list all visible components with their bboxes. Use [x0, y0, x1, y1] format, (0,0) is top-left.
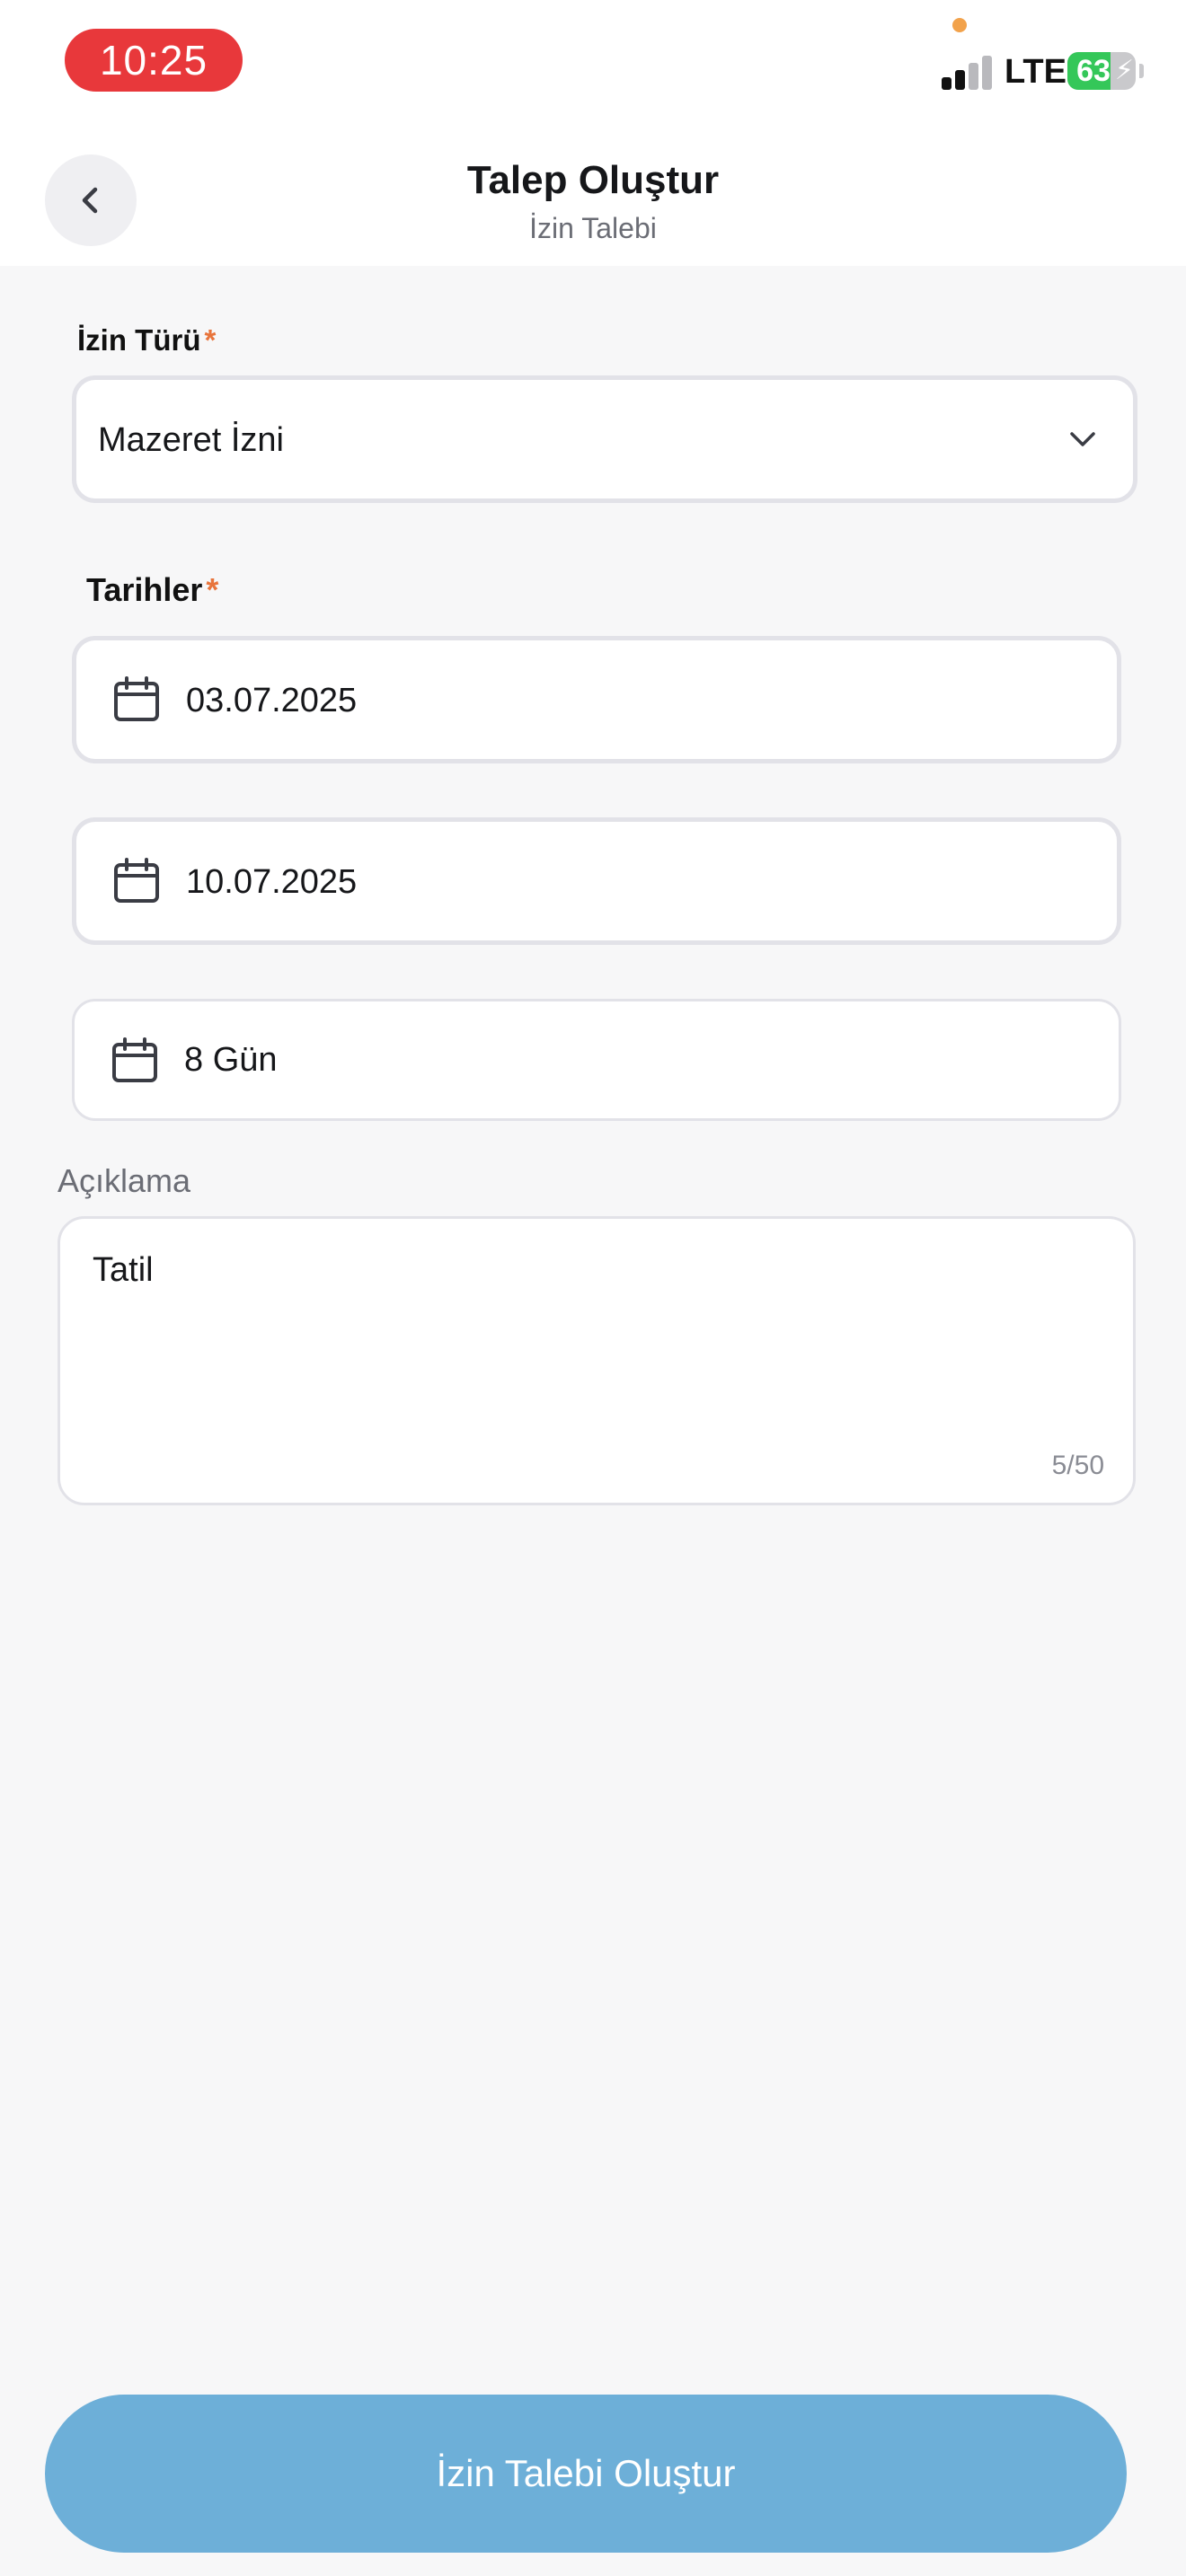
chevron-down-icon — [1070, 432, 1095, 446]
end-date-value: 10.07.2025 — [186, 863, 358, 901]
leave-type-value: Mazeret İzni — [98, 421, 284, 459]
duration-value: 8 Gün — [184, 1041, 278, 1079]
status-time: 10:25 — [65, 29, 243, 92]
character-counter: 5/50 — [1051, 1451, 1104, 1480]
leave-type-label-text: İzin Türü — [77, 323, 201, 357]
start-date-value: 03.07.2025 — [186, 682, 358, 719]
page-title: Talep Oluştur — [466, 158, 720, 202]
network-type: LTE — [1005, 53, 1067, 91]
signal-icon — [942, 54, 994, 90]
dates-label-text: Tarihler — [86, 571, 203, 608]
charging-bolt-icon: ⚡︎ — [1114, 56, 1134, 85]
end-date-field[interactable]: 10.07.2025 — [72, 817, 1121, 945]
leave-type-label: İzin Türü * — [77, 323, 216, 357]
required-mark: * — [206, 571, 219, 608]
leave-type-select[interactable]: Mazeret İzni — [72, 375, 1137, 503]
submit-leave-request-button[interactable]: İzin Talebi Oluştur — [45, 2395, 1127, 2553]
start-date-field[interactable]: 03.07.2025 — [72, 636, 1121, 763]
calendar-icon — [114, 676, 159, 721]
battery-icon: 63 ⚡︎ — [1067, 52, 1136, 90]
required-mark: * — [204, 323, 217, 357]
calendar-icon — [114, 858, 159, 903]
page-subtitle: İzin Talebi — [529, 212, 657, 244]
calendar-icon — [112, 1037, 157, 1082]
description-label: Açıklama — [58, 1162, 191, 1199]
battery-tip — [1139, 64, 1144, 78]
battery-level: 63 — [1076, 54, 1111, 88]
dates-label: Tarihler * — [86, 571, 218, 609]
privacy-indicator-dot — [952, 18, 967, 32]
duration-field: 8 Gün — [72, 999, 1121, 1121]
description-textarea[interactable]: Tatil 5/50 — [58, 1216, 1136, 1505]
description-value: Tatil — [93, 1251, 154, 1289]
